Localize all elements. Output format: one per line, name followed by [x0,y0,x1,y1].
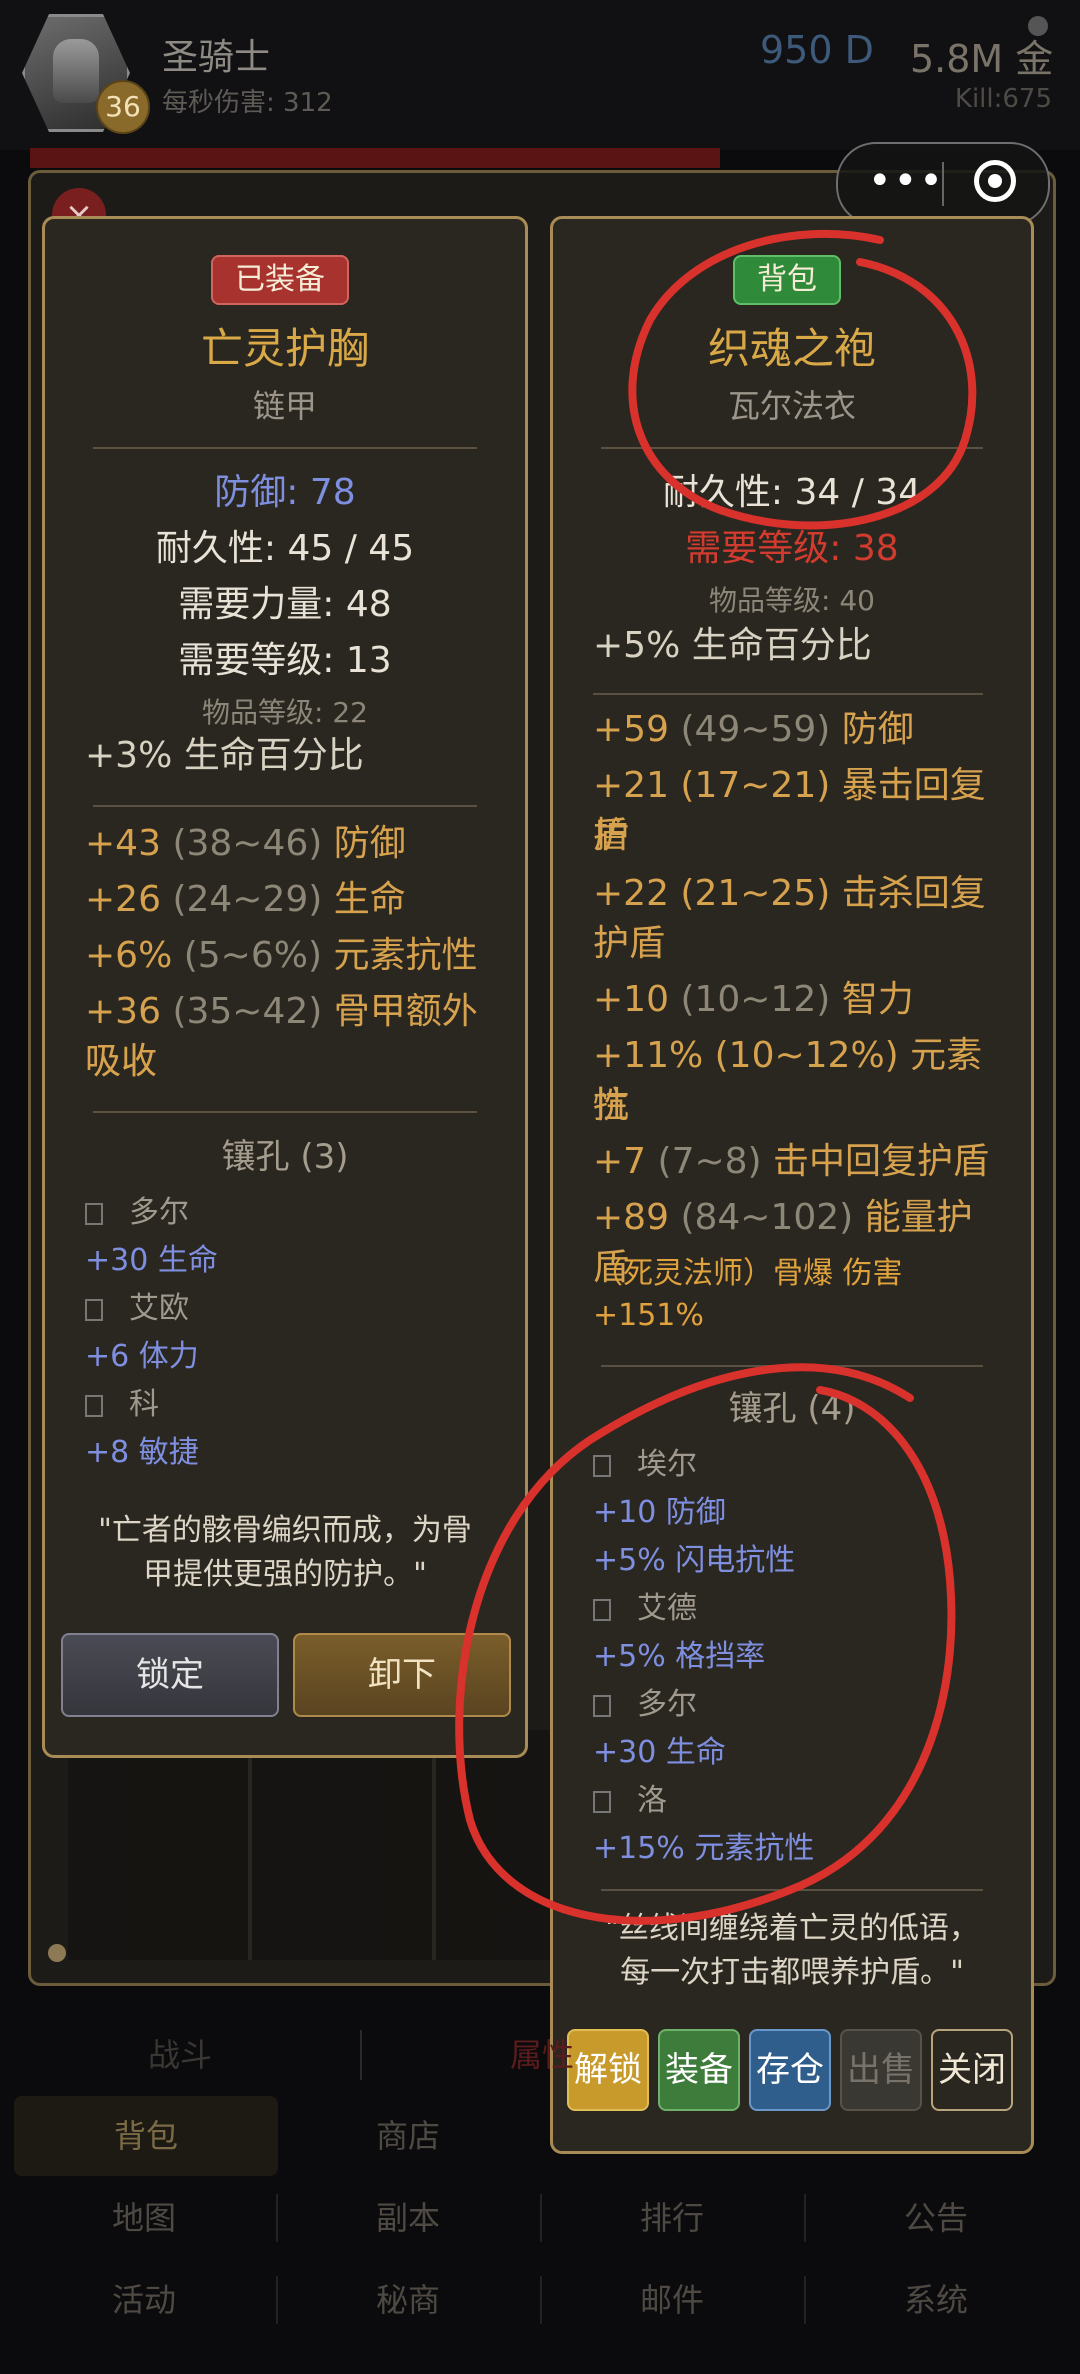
nav-row: 活动 秘商 邮件 系统 [0,2260,1080,2340]
item-level: 物品等级: 22 [202,696,368,729]
nav-dungeon[interactable]: 副本 [276,2178,540,2258]
affix-line-wrap: 护盾 [593,923,666,964]
gem-count: 950 D [760,28,874,72]
affix-line: +22 (21~25) 击杀回复 [593,873,986,914]
item-type: 链甲 [252,387,317,425]
rune-bonus: +6 体力 [85,1339,199,1374]
health-bar [30,148,720,168]
equipped-item-panel: 已装备 亡灵护胸 链甲 防御: 78 耐久性: 45 / 45 需要力量: 48… [42,216,528,1758]
rune-bonus: +10 防御 [593,1495,726,1530]
implicit-mod: +3% 生命百分比 [85,735,364,776]
main-tabbar: 战斗 属性 [0,2010,1080,2100]
nav-row: 背包 商店 [0,2096,1080,2176]
rune-item: 埃尔 [593,1439,697,1483]
nav-bag[interactable]: 背包 [14,2096,278,2176]
nav-secret-merchant[interactable]: 秘商 [276,2260,540,2340]
nav-mail[interactable]: 邮件 [540,2260,804,2340]
divider [601,447,983,449]
item-level: 物品等级: 40 [709,584,875,617]
item-type: 瓦尔法衣 [727,387,856,425]
affix-line-wrap: 性 [593,1085,630,1126]
item-name: 织魂之袍 [707,324,876,373]
nav-events[interactable]: 活动 [12,2260,276,2340]
rune-bonus: +30 生命 [85,1243,218,1278]
kill-count: Kill:675 [954,84,1052,114]
rune-item: 艾欧 [85,1283,189,1327]
rune-slot-icon [593,1454,611,1477]
divider [601,1365,983,1367]
skill-bonus-value: +151% [593,1298,704,1333]
rune-slot-icon [85,1298,103,1321]
affix-line: +26 (24~29) 生命 [85,879,406,920]
socket-title: 镶孔 (3) [221,1137,349,1177]
rune-bonus: +15% 元素抗性 [593,1831,815,1866]
lock-button[interactable]: 锁定 [61,1633,279,1717]
level-requirement: 需要等级: 38 [685,528,899,569]
tab-attributes[interactable]: 属性 [362,2010,722,2100]
dps-text: 每秒伤害: 312 [162,88,333,118]
nav-shop[interactable]: 商店 [276,2096,540,2176]
status-dot-icon [1028,16,1048,36]
affix-line: +43 (38~46) 防御 [85,823,406,864]
durability-stat: 耐久性: 45 / 45 [155,528,415,569]
affix-line: +6% (5~6%) 元素抗性 [85,935,478,976]
rune-slot-icon [85,1394,103,1417]
affix-line-wrap: 吸收 [85,1041,158,1082]
rune-item: 科 [85,1379,159,1423]
level-requirement: 需要等级: 13 [178,640,392,681]
flavor-text: "亡者的骸骨编织而成，为骨 甲提供更强的防护。" [98,1513,472,1592]
capsule-divider [942,162,944,206]
knight-portrait-icon [53,39,99,103]
top-header: 36 圣骑士 每秒伤害: 312 950 D 5.8M 金 Kill:675 [0,0,1080,150]
defense-stat: 防御: 78 [214,472,356,513]
nav-ranking[interactable]: 排行 [540,2178,804,2258]
target-icon[interactable] [974,160,1016,202]
rune-slot-icon [593,1598,611,1621]
rune-slot-icon [593,1694,611,1717]
rune-item: 多尔 [593,1679,697,1723]
rune-item: 多尔 [85,1187,189,1231]
rune-slot-icon [593,1790,611,1813]
flavor-text: "丝线间缠绕着亡灵的低语， 每一次打击都喂养护盾。" [605,1911,979,1990]
rune-bonus: +5% 闪电抗性 [593,1543,796,1578]
equipped-tag: 已装备 [211,255,349,305]
nav-row: 地图 副本 排行 公告 [0,2178,1080,2258]
miniprogram-capsule: ••• [836,142,1050,226]
divider [93,805,477,807]
rune-bonus: +5% 格挡率 [593,1639,766,1674]
rune-item: 洛 [593,1775,667,1819]
character-name: 圣骑士 [162,37,271,78]
item-name: 亡灵护胸 [200,324,369,373]
affix-line: +7 (7~8) 击中回复护盾 [593,1141,990,1182]
affix-line-wrap: 盾 [593,815,630,856]
rune-slot-icon [85,1202,103,1225]
nav-system[interactable]: 系统 [804,2260,1068,2340]
unequip-button[interactable]: 卸下 [293,1633,511,1717]
bag-tag: 背包 [733,255,841,305]
socket-title: 镶孔 (4) [728,1389,856,1429]
strength-requirement: 需要力量: 48 [178,584,392,625]
more-dots-icon[interactable]: ••• [868,158,945,204]
divider [93,1111,477,1113]
gold-count: 5.8M 金 [910,37,1054,81]
affix-line: +59 (49~59) 防御 [593,709,914,750]
rune-bonus: +8 敏捷 [85,1435,199,1470]
rune-bonus: +30 生命 [593,1735,726,1770]
divider [601,1889,983,1891]
affix-line: +10 (10~12) 智力 [593,979,914,1020]
level-badge: 36 [96,80,150,134]
nav-map[interactable]: 地图 [12,2178,276,2258]
nav-announcement[interactable]: 公告 [804,2178,1068,2258]
divider [93,447,477,449]
durability-stat: 耐久性: 34 / 34 [662,472,922,513]
tab-battle[interactable]: 战斗 [0,2010,360,2100]
bag-item-panel: 背包 织魂之袍 瓦尔法衣 耐久性: 34 / 34 需要等级: 38 物品等级:… [550,216,1034,2154]
rune-item: 艾德 [593,1583,697,1627]
corner-rivet-icon [48,1944,66,1962]
divider [593,693,983,695]
implicit-mod: +5% 生命百分比 [593,625,872,666]
